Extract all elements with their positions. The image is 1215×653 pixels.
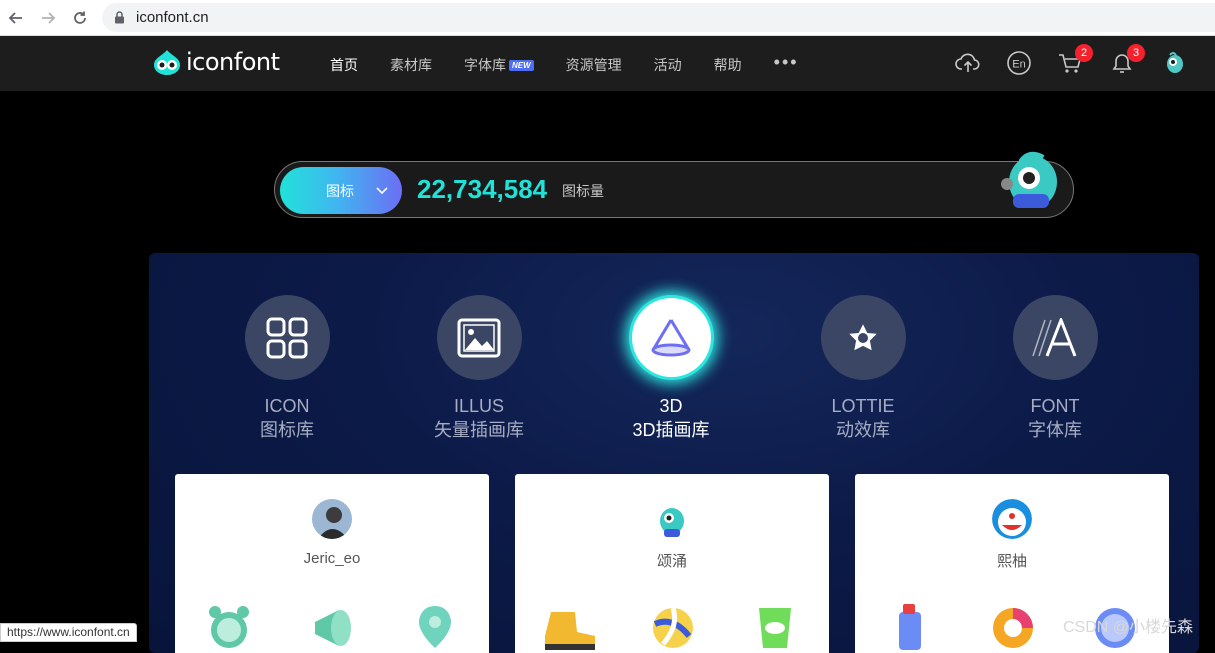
category-illus[interactable]: ILLUS 矢量插画库 [409,295,549,443]
featured-card[interactable]: Jeric_eo [175,474,489,653]
avatar-mascot-icon [1167,52,1183,73]
category-3d[interactable]: 3D 3D插画库 [601,295,741,443]
url-text: iconfont.cn [136,9,209,26]
cart-count-badge: 2 [1075,44,1093,62]
megaphone-icon [315,610,351,646]
category-lottie-circle [820,295,906,380]
language-button[interactable]: En [1006,50,1032,76]
mascot-icon [1001,151,1057,208]
category-icon[interactable]: ICON 图标库 [217,295,357,443]
icon-count-label: 图标量 [562,183,604,199]
category-font-circle [1012,295,1098,380]
status-bar-url: https://www.iconfont.cn [0,623,137,642]
author-avatar[interactable] [992,499,1032,539]
cart-button[interactable]: 2 [1057,44,1093,76]
category-en-label: FONT [1030,396,1080,416]
category-icon-circle [244,295,330,380]
back-button[interactable] [4,6,28,30]
category-en-label: ICON [264,396,310,416]
category-cn-label: 图标库 [260,420,314,440]
nav-fonts[interactable]: 字体库 NEW [464,55,534,75]
font-icon [1032,317,1077,357]
grid-icon [266,317,308,358]
upload-button[interactable] [955,50,981,76]
star-shape-icon [844,319,882,354]
avatar-photo [312,499,352,539]
nav-materials[interactable]: 素材库 [390,55,432,75]
nav-help[interactable]: 帮助 [714,55,742,75]
lifebuoy-icon [993,608,1033,648]
reload-icon [74,11,86,24]
author-name: 颂涌 [656,553,687,570]
new-badge: NEW [509,60,534,71]
image-icon [457,318,501,357]
notification-count-badge: 3 [1127,44,1145,62]
category-en-label: ILLUS [453,396,505,416]
category-illus-circle [436,295,522,380]
water-bottle-icon [899,604,921,650]
forward-button[interactable] [36,6,60,30]
language-label: En [1012,59,1025,71]
author-avatar[interactable] [652,499,692,539]
location-pin-icon [419,606,451,648]
nav-activities[interactable]: 活动 [654,55,682,75]
reload-button[interactable] [68,6,92,30]
category-cn-label: 动效库 [836,420,890,440]
nav-fonts-label: 字体库 [464,57,506,73]
upload-icon [955,53,980,72]
address-bar[interactable]: iconfont.cn [102,3,1215,32]
cone-icon [651,318,691,356]
forward-arrow-icon [42,12,56,24]
category-cn-label: 字体库 [1028,420,1082,440]
boot-icon [545,612,595,650]
category-cn-label: 3D插画库 [632,420,710,440]
lock-icon [115,11,124,24]
logo-mascot-icon [154,50,180,75]
chevron-down-icon [376,187,388,195]
category-3d-circle [628,295,714,380]
more-menu-button[interactable]: ••• [774,52,799,73]
browser-toolbar: iconfont.cn [0,0,1215,36]
search-type-dropdown[interactable]: 图标 [280,167,402,214]
nav-home[interactable]: 首页 [330,55,358,75]
watermark: CSDN @小楼先森 [1063,619,1194,636]
category-panel: ICON 图标库 ILLUS 矢量插画库 3D 3D插画库 LOTTIE 动效库… [149,253,1199,653]
chips-bag-icon [759,608,791,648]
user-avatar[interactable] [1162,50,1188,76]
search-bar[interactable]: 图标 22,734,584 图标量 [274,151,1074,218]
author-avatar[interactable] [312,499,352,539]
category-en-label: 3D [659,396,683,416]
logo-text: iconfont [186,48,280,76]
avatar-doraemon [992,499,1032,539]
category-font[interactable]: FONT 字体库 [985,295,1125,443]
site-header: iconfont 首页 素材库 字体库 NEW 资源管理 活动 帮助 ••• En… [0,36,1215,91]
alarm-clock-icon [209,606,249,648]
author-name: Jeric_eo [303,550,361,567]
notification-button[interactable]: 3 [1109,44,1145,76]
language-icon: En [1007,51,1031,75]
nav-resource-management[interactable]: 资源管理 [566,55,622,75]
author-name: 熙柚 [996,553,1027,570]
category-cn-label: 矢量插画库 [434,420,524,440]
category-lottie[interactable]: LOTTIE 动效库 [793,295,933,443]
back-arrow-icon [8,12,22,24]
search-type-label: 图标 [326,183,354,199]
category-en-label: LOTTIE [831,396,895,416]
icon-count: 22,734,584 [417,174,548,204]
main-nav: 首页 素材库 字体库 NEW 资源管理 活动 帮助 ••• [330,52,799,75]
site-logo[interactable]: iconfont [152,48,280,76]
featured-card[interactable]: 颂涌 [515,474,829,653]
avatar-mascot [652,499,692,539]
volleyball-icon [653,607,693,648]
